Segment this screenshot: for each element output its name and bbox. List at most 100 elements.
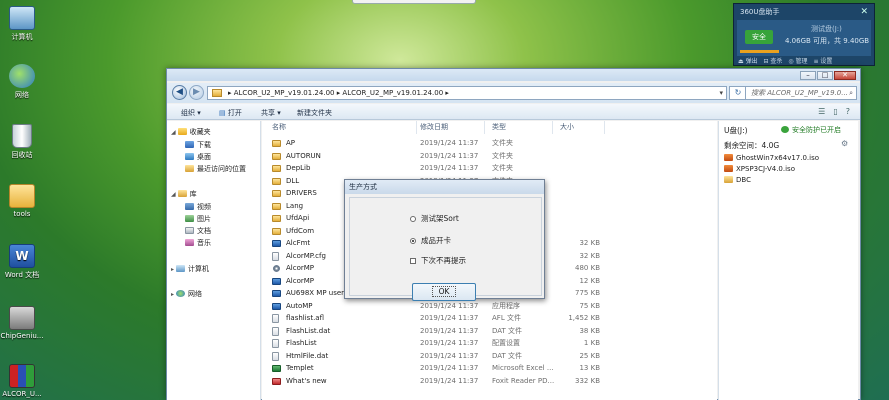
ok-button[interactable]: OK bbox=[412, 283, 476, 301]
column-divider[interactable] bbox=[484, 121, 485, 134]
minimize-button[interactable]: – bbox=[800, 71, 816, 80]
nav-downloads[interactable]: 下载 bbox=[185, 140, 211, 150]
recent-places-icon bbox=[185, 165, 194, 172]
desktop-icon-word[interactable]: W Word 文档 bbox=[0, 244, 44, 280]
file-row[interactable]: AP 2019/1/24 11:37 文件夹 bbox=[262, 137, 717, 150]
expand-icon[interactable]: ▸ bbox=[171, 291, 174, 298]
checkbox[interactable] bbox=[410, 258, 416, 264]
desktop-icon-computer[interactable]: 计算机 bbox=[0, 6, 44, 42]
radio-button[interactable] bbox=[410, 216, 416, 222]
desktop-icon-alcor[interactable]: ALCOR_U... bbox=[0, 364, 44, 398]
file-size: 38 KB bbox=[579, 326, 600, 335]
file-row[interactable]: HtmlFile.dat 2019/1/24 11:37 DAT 文件 25 KB bbox=[262, 350, 717, 363]
file-row[interactable]: AutoMP 2019/1/24 11:37 应用程序 75 KB bbox=[262, 300, 717, 313]
file-name: What's new bbox=[286, 376, 327, 385]
file-icon bbox=[272, 351, 279, 361]
dialog-body: 测试架Sort 成品开卡 下次不再提示 OK bbox=[349, 197, 542, 301]
scan-button[interactable]: ⊟ 查杀 bbox=[764, 58, 783, 65]
eject-button[interactable]: ⏏ 弹出 bbox=[738, 58, 758, 65]
desktop-icon-tools[interactable]: tools bbox=[0, 184, 44, 218]
option-test-sort[interactable]: 测试架Sort bbox=[410, 213, 459, 224]
folder-icon bbox=[272, 177, 281, 185]
dont-show-again-checkbox[interactable]: 下次不再提示 bbox=[410, 255, 466, 266]
file-name: AU698X MP user' bbox=[286, 289, 346, 297]
nav-network[interactable]: ▸ 网络 bbox=[171, 289, 202, 299]
column-header-size[interactable]: 大小 bbox=[560, 121, 574, 134]
nav-documents[interactable]: 文档 bbox=[185, 226, 211, 236]
desktop-icon-recycle-bin[interactable]: 回收站 bbox=[0, 124, 44, 160]
close-window-button[interactable]: ✕ bbox=[834, 71, 856, 80]
preview-pane-icon[interactable]: ▯ bbox=[833, 107, 837, 116]
desktop-icon-label: tools bbox=[13, 210, 31, 218]
column-header-name[interactable]: 名称 bbox=[272, 121, 286, 134]
file-name: HtmlFile.dat bbox=[286, 351, 329, 360]
file-size: 1 KB bbox=[583, 339, 600, 347]
desktop-icon-chipgenius[interactable]: ChipGeniu... bbox=[0, 306, 44, 340]
nav-favorites[interactable]: ◢ 收藏夹 bbox=[171, 127, 211, 137]
settings-button[interactable]: ≡ 设置 bbox=[813, 58, 832, 65]
column-divider[interactable] bbox=[552, 121, 553, 134]
collapse-icon[interactable]: ◢ bbox=[171, 191, 176, 198]
usb-item[interactable]: XPSP3CJ-V4.0.iso bbox=[724, 165, 795, 173]
file-type: 文件夹 bbox=[492, 139, 513, 147]
nav-videos[interactable]: 视频 bbox=[185, 202, 211, 212]
file-type: 文件夹 bbox=[492, 164, 513, 172]
file-row[interactable]: Templet 2019/1/24 11:37 Microsoft Excel ..… bbox=[262, 362, 717, 375]
window-titlebar[interactable]: – □ ✕ bbox=[167, 69, 860, 81]
file-date: 2019/1/24 11:37 bbox=[420, 339, 479, 347]
column-header-type[interactable]: 类型 bbox=[492, 121, 506, 134]
desktop-icon-label: Word 文档 bbox=[4, 271, 40, 279]
share-button[interactable]: 共享 ▾ bbox=[261, 108, 281, 118]
search-input[interactable]: 搜索 ALCOR_U2_MP_v19.0... ⌕ bbox=[745, 86, 857, 100]
file-row[interactable]: What's new 2019/1/24 11:37 Foxit Reader PD… bbox=[262, 375, 717, 388]
nav-libraries[interactable]: ◢ 库 bbox=[171, 189, 197, 199]
file-row[interactable]: DepLib 2019/1/24 11:37 文件夹 bbox=[262, 162, 717, 175]
music-icon bbox=[185, 239, 194, 246]
new-folder-button[interactable]: 新建文件夹 bbox=[297, 108, 332, 118]
forward-button[interactable]: ▶ bbox=[189, 85, 204, 100]
usb-assistant-panel: 360U盘助手 ✕ 安全 测试盘(J:) 4.06GB 可用，共 9.40GB … bbox=[733, 3, 875, 66]
desktop-icon-network[interactable]: 网络 bbox=[0, 64, 44, 100]
column-divider[interactable] bbox=[416, 121, 417, 134]
help-icon[interactable]: ? bbox=[846, 107, 850, 116]
maximize-button[interactable]: □ bbox=[817, 71, 833, 80]
manage-button[interactable]: ◎ 管理 bbox=[788, 58, 807, 65]
address-path: ▸ ALCOR_U2_MP_v19.01.24.00 ▸ ALCOR_U2_MP… bbox=[228, 89, 449, 97]
open-button[interactable]: ▤ 打开 bbox=[219, 108, 242, 118]
address-bar[interactable]: ▸ ALCOR_U2_MP_v19.01.24.00 ▸ ALCOR_U2_MP… bbox=[207, 86, 727, 100]
back-button[interactable]: ◀ bbox=[172, 85, 187, 100]
library-icon bbox=[177, 190, 187, 197]
file-name: AlcorMP bbox=[286, 276, 315, 285]
radio-button-selected[interactable] bbox=[410, 238, 416, 244]
desktop-icon-label: ChipGeniu... bbox=[0, 332, 44, 340]
nav-computer[interactable]: ▸ 计算机 bbox=[171, 264, 209, 274]
column-divider[interactable] bbox=[604, 121, 605, 134]
network-icon bbox=[9, 64, 35, 88]
gear-icon[interactable]: ⚙ bbox=[841, 139, 848, 148]
file-row[interactable]: AUTORUN 2019/1/24 11:37 文件夹 bbox=[262, 150, 717, 163]
nav-recent[interactable]: 最近访问的位置 bbox=[185, 164, 246, 174]
dialog-title[interactable]: 生产方式 bbox=[345, 180, 544, 194]
file-row[interactable]: FlashList 2019/1/24 11:37 配置设置 1 KB bbox=[262, 337, 717, 350]
view-mode-icon[interactable]: ☰ bbox=[818, 107, 825, 116]
organize-button[interactable]: 组织 ▾ bbox=[181, 108, 201, 118]
file-icon bbox=[272, 251, 279, 261]
usb-item[interactable]: GhostWin7x64v17.0.iso bbox=[724, 154, 819, 162]
application-icon bbox=[272, 302, 281, 310]
file-type: 配置设置 bbox=[492, 339, 520, 347]
column-header-date[interactable]: 修改日期 bbox=[420, 121, 448, 134]
file-row[interactable]: flashlist.afl 2019/1/24 11:37 AFL 文件 1,452 … bbox=[262, 312, 717, 325]
expand-icon[interactable]: ▸ bbox=[171, 266, 174, 273]
usb-pane-title: U盘(J:) bbox=[724, 126, 748, 135]
usb-item[interactable]: DBC bbox=[724, 176, 751, 184]
collapse-icon[interactable]: ◢ bbox=[171, 129, 176, 136]
nav-desktop[interactable]: 桌面 bbox=[185, 152, 211, 162]
nav-music[interactable]: 音乐 bbox=[185, 238, 211, 248]
close-icon[interactable]: ✕ bbox=[860, 7, 868, 17]
option-finished-card[interactable]: 成品开卡 bbox=[410, 235, 451, 246]
file-row[interactable]: FlashList.dat 2019/1/24 11:37 DAT 文件 38 KB bbox=[262, 325, 717, 338]
file-type: AFL 文件 bbox=[492, 314, 521, 322]
chevron-down-icon[interactable]: ▾ bbox=[719, 87, 723, 99]
nav-pictures[interactable]: 图片 bbox=[185, 214, 211, 224]
protection-status[interactable]: 安全防护已开启 bbox=[781, 125, 841, 135]
